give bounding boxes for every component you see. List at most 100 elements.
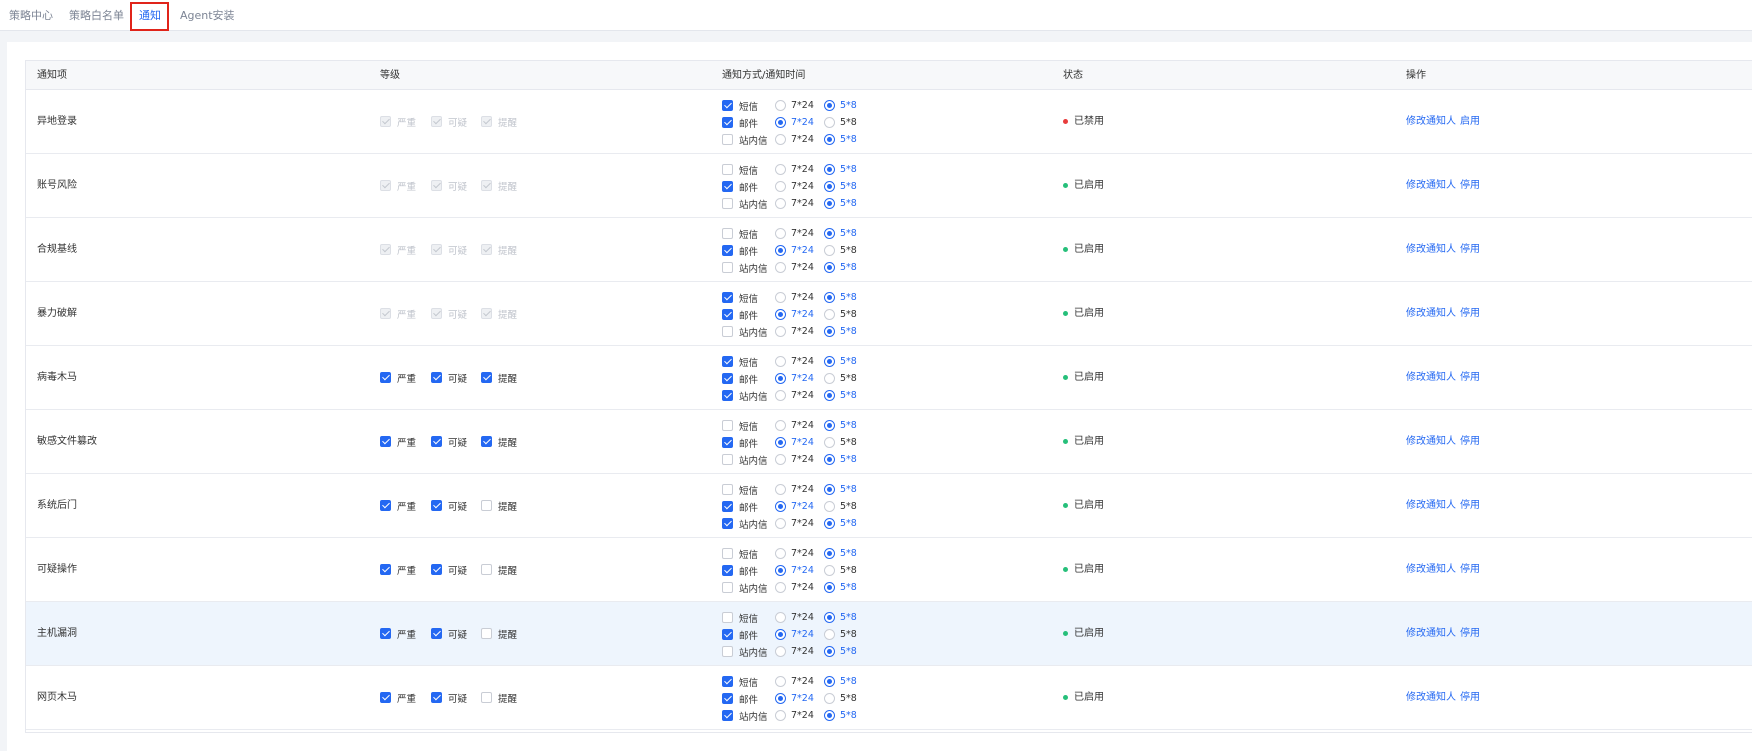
channel-email[interactable]: 邮件 — [722, 501, 758, 514]
level-option-reminder[interactable]: 提醒 — [481, 436, 517, 449]
time-option-7x24[interactable]: 7*24 — [775, 373, 814, 384]
time-radio[interactable] — [775, 228, 786, 239]
enable-link[interactable]: 启用 — [1460, 90, 1480, 153]
time-radio[interactable] — [824, 518, 835, 529]
channel-inbox[interactable]: 站内信 — [722, 710, 768, 723]
channel-email[interactable]: 邮件 — [722, 565, 758, 578]
level-checkbox[interactable] — [431, 564, 442, 575]
time-radio[interactable] — [824, 612, 835, 623]
channel-checkbox[interactable] — [722, 454, 733, 465]
time-radio[interactable] — [775, 629, 786, 640]
channel-sms[interactable]: 短信 — [722, 548, 758, 561]
disable-link[interactable]: 停用 — [1460, 602, 1480, 665]
channel-checkbox[interactable] — [722, 356, 733, 367]
time-option-5x8[interactable]: 5*8 — [824, 612, 857, 623]
time-radio[interactable] — [775, 501, 786, 512]
time-radio[interactable] — [775, 693, 786, 704]
time-option-7x24[interactable]: 7*24 — [775, 181, 814, 192]
disable-link[interactable]: 停用 — [1460, 218, 1480, 281]
time-option-7x24[interactable]: 7*24 — [775, 548, 814, 559]
time-option-5x8[interactable]: 5*8 — [824, 454, 857, 465]
time-radio[interactable] — [775, 420, 786, 431]
channel-email[interactable]: 邮件 — [722, 629, 758, 642]
edit-notifier-link[interactable]: 修改通知人 — [1406, 474, 1456, 537]
time-radio[interactable] — [824, 356, 835, 367]
time-option-5x8[interactable]: 5*8 — [824, 646, 857, 657]
channel-checkbox[interactable] — [722, 373, 733, 384]
time-radio[interactable] — [775, 612, 786, 623]
channel-checkbox[interactable] — [722, 292, 733, 303]
time-radio[interactable] — [824, 646, 835, 657]
disable-link[interactable]: 停用 — [1460, 346, 1480, 409]
level-checkbox[interactable] — [431, 692, 442, 703]
time-radio[interactable] — [824, 228, 835, 239]
time-option-7x24[interactable]: 7*24 — [775, 262, 814, 273]
time-radio[interactable] — [824, 501, 835, 512]
time-radio[interactable] — [775, 518, 786, 529]
level-option-reminder[interactable]: 提醒 — [481, 372, 517, 385]
level-checkbox[interactable] — [481, 564, 492, 575]
channel-email[interactable]: 邮件 — [722, 693, 758, 706]
level-checkbox[interactable] — [380, 500, 391, 511]
time-option-7x24[interactable]: 7*24 — [775, 518, 814, 529]
level-option-suspicious[interactable]: 可疑 — [431, 692, 467, 705]
level-option-suspicious[interactable]: 可疑 — [431, 564, 467, 577]
time-option-5x8[interactable]: 5*8 — [824, 262, 857, 273]
time-option-5x8[interactable]: 5*8 — [824, 245, 857, 256]
channel-inbox[interactable]: 站内信 — [722, 198, 768, 211]
level-option-reminder[interactable]: 提醒 — [481, 628, 517, 641]
channel-inbox[interactable]: 站内信 — [722, 518, 768, 531]
time-radio[interactable] — [775, 326, 786, 337]
level-option-suspicious[interactable]: 可疑 — [431, 500, 467, 513]
level-checkbox[interactable] — [380, 564, 391, 575]
time-option-7x24[interactable]: 7*24 — [775, 565, 814, 576]
time-option-5x8[interactable]: 5*8 — [824, 710, 857, 721]
level-checkbox[interactable] — [380, 372, 391, 383]
time-option-7x24[interactable]: 7*24 — [775, 164, 814, 175]
time-radio[interactable] — [824, 710, 835, 721]
level-checkbox[interactable] — [431, 500, 442, 511]
time-option-7x24[interactable]: 7*24 — [775, 390, 814, 401]
time-radio[interactable] — [824, 245, 835, 256]
channel-checkbox[interactable] — [722, 484, 733, 495]
channel-checkbox[interactable] — [722, 164, 733, 175]
level-option-severe[interactable]: 严重 — [380, 628, 416, 641]
time-radio[interactable] — [824, 693, 835, 704]
time-option-5x8[interactable]: 5*8 — [824, 292, 857, 303]
channel-checkbox[interactable] — [722, 710, 733, 721]
level-checkbox[interactable] — [481, 692, 492, 703]
time-radio[interactable] — [824, 565, 835, 576]
time-radio[interactable] — [775, 100, 786, 111]
channel-inbox[interactable]: 站内信 — [722, 326, 768, 339]
time-option-5x8[interactable]: 5*8 — [824, 309, 857, 320]
time-radio[interactable] — [824, 629, 835, 640]
time-option-5x8[interactable]: 5*8 — [824, 629, 857, 640]
time-radio[interactable] — [775, 646, 786, 657]
channel-sms[interactable]: 短信 — [722, 484, 758, 497]
time-option-5x8[interactable]: 5*8 — [824, 198, 857, 209]
time-option-5x8[interactable]: 5*8 — [824, 326, 857, 337]
channel-checkbox[interactable] — [722, 582, 733, 593]
time-option-5x8[interactable]: 5*8 — [824, 565, 857, 576]
disable-link[interactable]: 停用 — [1460, 154, 1480, 217]
time-radio[interactable] — [775, 356, 786, 367]
time-radio[interactable] — [824, 134, 835, 145]
time-radio[interactable] — [824, 181, 835, 192]
channel-inbox[interactable]: 站内信 — [722, 582, 768, 595]
time-option-7x24[interactable]: 7*24 — [775, 676, 814, 687]
disable-link[interactable]: 停用 — [1460, 538, 1480, 601]
time-option-5x8[interactable]: 5*8 — [824, 501, 857, 512]
time-radio[interactable] — [775, 565, 786, 576]
channel-sms[interactable]: 短信 — [722, 612, 758, 625]
time-option-5x8[interactable]: 5*8 — [824, 117, 857, 128]
time-option-5x8[interactable]: 5*8 — [824, 164, 857, 175]
disable-link[interactable]: 停用 — [1460, 282, 1480, 345]
time-option-5x8[interactable]: 5*8 — [824, 548, 857, 559]
edit-notifier-link[interactable]: 修改通知人 — [1406, 538, 1456, 601]
channel-checkbox[interactable] — [722, 629, 733, 640]
channel-sms[interactable]: 短信 — [722, 292, 758, 305]
channel-checkbox[interactable] — [722, 612, 733, 623]
level-option-reminder[interactable]: 提醒 — [481, 564, 517, 577]
time-radio[interactable] — [824, 582, 835, 593]
disable-link[interactable]: 停用 — [1460, 666, 1480, 729]
